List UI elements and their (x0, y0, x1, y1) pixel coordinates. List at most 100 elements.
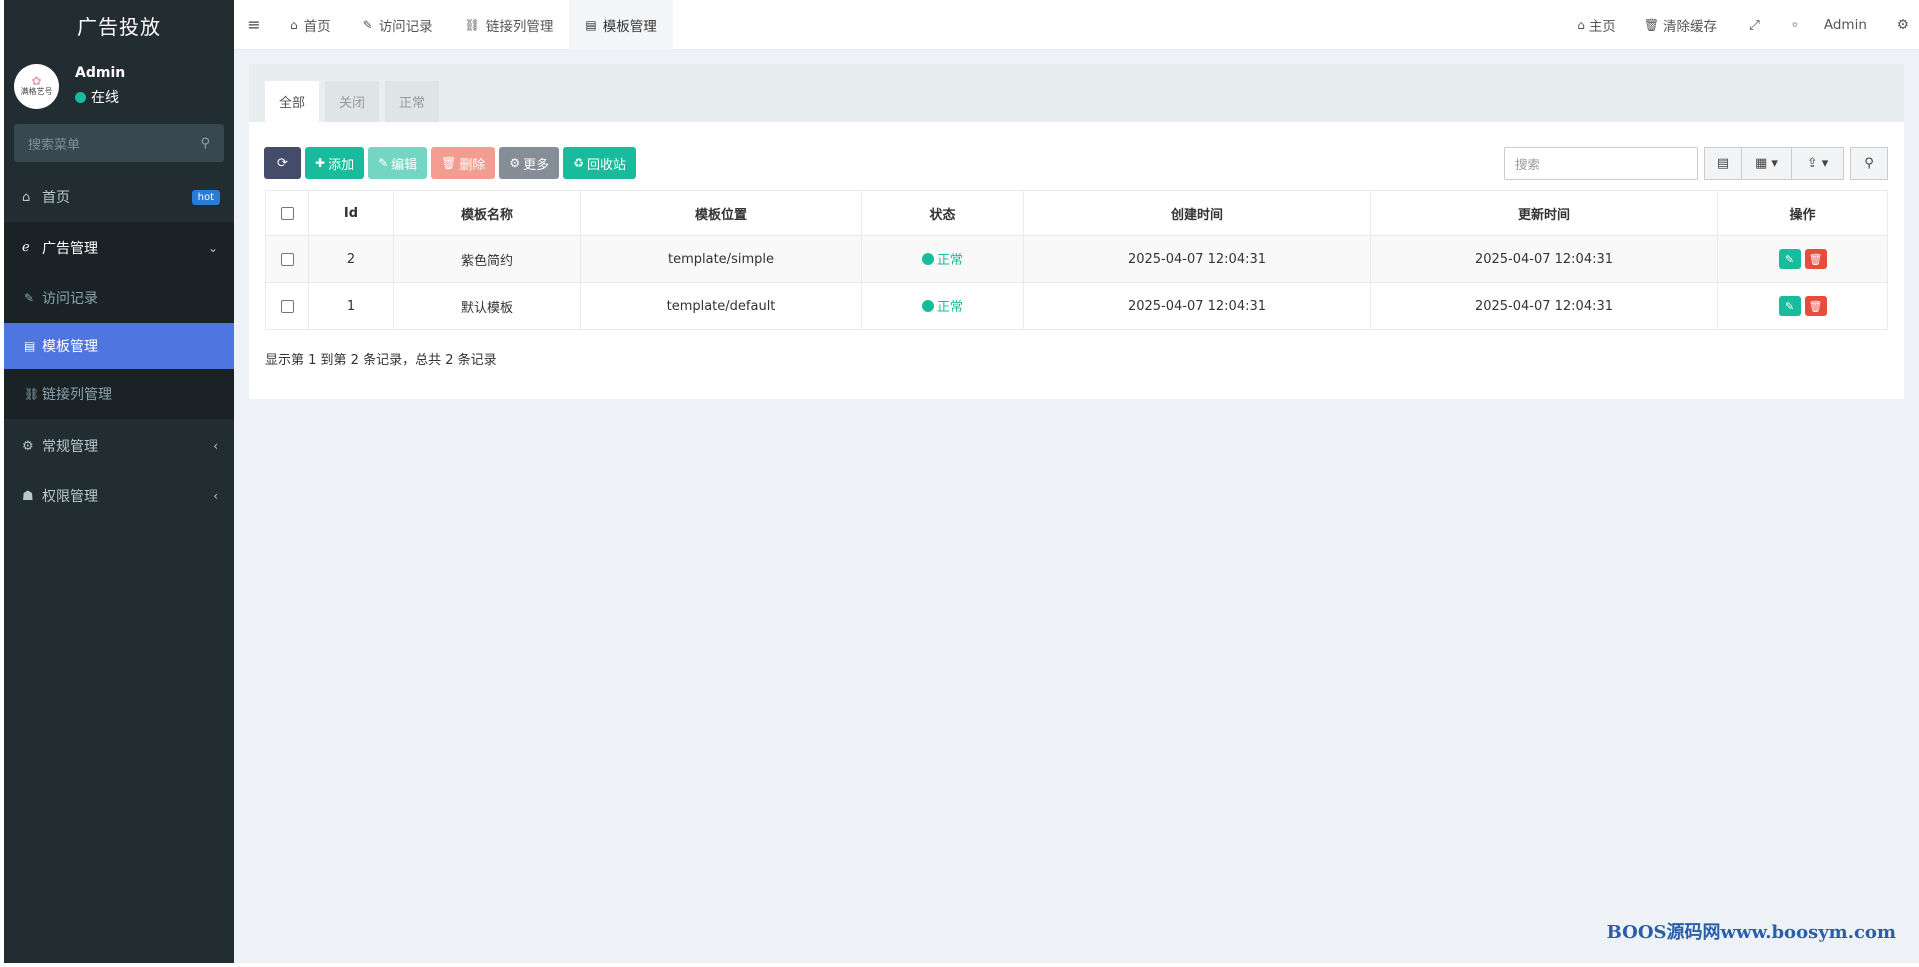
app-brand[interactable]: 广告投放 (4, 0, 234, 50)
col-path[interactable]: 模板位置 (580, 190, 862, 236)
status-label: 正常 (936, 300, 963, 316)
menu-toggle-icon[interactable]: ≡ (234, 15, 274, 34)
col-created[interactable]: 创建时间 (1023, 190, 1371, 236)
sidebar-nav: ⌂ 首页 hot ℯ 广告管理 ⌄ ✎ 访问记录 ▤ 模板管理 ⛓ 链接列管理 … (4, 172, 234, 521)
toolbar: ⟳ ✚ 添加 ✎ 编辑 🗑 删除 ⚙ 更多 ♻ 回收站 (264, 147, 640, 179)
user-name: Admin (75, 65, 126, 81)
list-icon: ▤ (24, 339, 36, 353)
select-all-checkbox[interactable] (280, 206, 294, 220)
edit-button[interactable]: ✎ 编辑 (368, 147, 428, 179)
tab-link-management[interactable]: ⛓ 链接列管理 (449, 0, 570, 50)
cell-actions: ✎ 🗑 (1717, 235, 1888, 283)
pagination-info: 显示第 1 到第 2 条记录，总共 2 条记录 (265, 353, 497, 368)
sidebar-item-label: 广告管理 (42, 240, 98, 257)
tab-template-management[interactable]: ▤ 模板管理 (569, 0, 673, 50)
admin-name: Admin (1823, 17, 1867, 33)
sidebar-item-ad-management[interactable]: ℯ 广告管理 ⌄ (4, 222, 234, 273)
status-label: 正常 (936, 253, 963, 269)
fullscreen-icon[interactable]: ⤢ (1731, 17, 1778, 33)
sidebar-item-label: 首页 (42, 190, 70, 206)
search-icon[interactable]: ⚲ (200, 136, 210, 151)
sidebar-item-link-management[interactable]: ⛓ 链接列管理 (4, 369, 234, 419)
row-edit-button[interactable]: ✎ (1778, 249, 1801, 269)
sidebar-item-label: 权限管理 (42, 489, 98, 505)
ie-icon: ℯ (22, 240, 30, 255)
table-header-row: Id 模板名称 模板位置 状态 创建时间 更新时间 操作 (265, 190, 1888, 236)
list-icon: ▤ (585, 17, 597, 32)
table-search-placeholder: 搜索 (1515, 157, 1541, 172)
status-dot-icon (921, 299, 934, 312)
app-frame: 广告投放 ✿ 满格艺号 Admin 在线 搜索菜单 ⚲ ⌂ 首页 hot ℯ 广… (4, 0, 1919, 963)
sidebar-submenu: ✎ 访问记录 ▤ 模板管理 ⛓ 链接列管理 (4, 273, 234, 419)
tab-label: 链接列管理 (485, 18, 554, 35)
row-edit-button[interactable]: ✎ (1778, 296, 1801, 316)
settings-cogs-icon[interactable]: ⚙ (1881, 17, 1919, 33)
status-badge[interactable]: 正常 (921, 249, 963, 269)
col-updated[interactable]: 更新时间 (1370, 190, 1718, 236)
content-panel: 全部 关闭 正常 ⟳ ✚ 添加 ✎ 编辑 🗑 删除 ⚙ 更多 ♻ 回收站 搜索 … (249, 64, 1904, 399)
sidebar-item-permissions[interactable]: ☗ 权限管理 ‹ (4, 471, 234, 521)
row-delete-button[interactable]: 🗑 (1804, 249, 1827, 269)
cell-created: 2025-04-07 12:04:31 (1023, 282, 1371, 330)
row-checkbox[interactable] (280, 299, 294, 313)
col-id[interactable]: Id (308, 190, 394, 236)
refresh-icon: ⟳ (277, 155, 288, 171)
select-all-cell (265, 190, 309, 236)
sidebar-item-visit-log[interactable]: ✎ 访问记录 (4, 273, 234, 323)
clear-cache-button[interactable]: 🗑 清除缓存 (1630, 15, 1731, 35)
filter-tab-closed[interactable]: 关闭 (325, 81, 380, 122)
row-delete-button[interactable]: 🗑 (1804, 296, 1827, 316)
tab-label: 模板管理 (602, 18, 657, 35)
row-select-cell (265, 282, 309, 330)
col-status[interactable]: 状态 (861, 190, 1024, 236)
table-row: 1 默认模板 template/default 正常 2025-04-07 12… (265, 282, 1888, 330)
tab-home[interactable]: ⌂ 首页 (274, 0, 347, 50)
view-tools: ▤ ▦ ▾ ⇪ ▾ (1704, 147, 1844, 180)
home-link[interactable]: ⌂ 主页 (1563, 15, 1630, 35)
add-button[interactable]: ✚ 添加 (305, 147, 365, 179)
cell-status: 正常 (861, 235, 1024, 283)
sidebar-item-template-management[interactable]: ▤ 模板管理 (4, 323, 234, 369)
cell-path: template/default (580, 282, 862, 330)
advanced-search-icon[interactable]: ⚲ (1850, 147, 1888, 180)
menu-search-input[interactable]: 搜索菜单 ⚲ (14, 124, 224, 162)
filter-tab-all[interactable]: 全部 (265, 81, 320, 122)
chevron-left-icon: ‹ (213, 439, 218, 453)
filter-tabs: 全部 关闭 正常 (249, 64, 1904, 122)
recycle-bin-button[interactable]: ♻ 回收站 (563, 147, 636, 179)
flower-icon: ✿ (31, 74, 42, 88)
clear-cache-label: 清除缓存 (1663, 19, 1718, 35)
filter-tab-normal[interactable]: 正常 (385, 81, 440, 122)
recycle-icon: ♻ (573, 156, 584, 170)
user-status-label: 在线 (91, 90, 119, 106)
home-icon: ⌂ (290, 17, 298, 32)
toggle-view-icon[interactable]: ▤ (1704, 147, 1742, 180)
sidebar-item-label: 模板管理 (42, 339, 98, 355)
table-search-input[interactable]: 搜索 (1504, 147, 1698, 180)
sidebar-item-general[interactable]: ⚙ 常规管理 ‹ (4, 421, 234, 471)
status-dot-icon (921, 252, 934, 265)
tab-visit-log[interactable]: ✎ 访问记录 (347, 0, 449, 50)
admin-menu[interactable]: ✿ Admin (1778, 16, 1881, 34)
export-dropdown-icon[interactable]: ⇪ ▾ (1792, 147, 1844, 180)
cell-id: 1 (308, 282, 394, 330)
avatar-text: 满格艺号 (20, 87, 53, 96)
col-actions: 操作 (1717, 190, 1888, 236)
admin-avatar: ✿ (1791, 21, 1798, 29)
cell-created: 2025-04-07 12:04:31 (1023, 235, 1371, 283)
sidebar-item-home[interactable]: ⌂ 首页 hot (4, 172, 234, 222)
more-button[interactable]: ⚙ 更多 (499, 147, 560, 179)
chevron-left-icon: ‹ (213, 489, 218, 503)
status-badge[interactable]: 正常 (921, 296, 963, 316)
cell-updated: 2025-04-07 12:04:31 (1370, 235, 1718, 283)
plus-icon: ✚ (315, 156, 326, 170)
hot-badge: hot (191, 190, 220, 205)
row-checkbox[interactable] (280, 252, 294, 266)
refresh-button[interactable]: ⟳ (264, 147, 301, 179)
columns-dropdown-icon[interactable]: ▦ ▾ (1742, 147, 1792, 180)
col-name[interactable]: 模板名称 (393, 190, 581, 236)
topbar-right: ⌂ 主页 🗑 清除缓存 ⤢ ✿ Admin ⚙ (1563, 0, 1919, 50)
delete-button[interactable]: 🗑 删除 (431, 147, 496, 179)
cell-actions: ✎ 🗑 (1717, 282, 1888, 330)
pencil-icon: ✎ (378, 156, 389, 170)
